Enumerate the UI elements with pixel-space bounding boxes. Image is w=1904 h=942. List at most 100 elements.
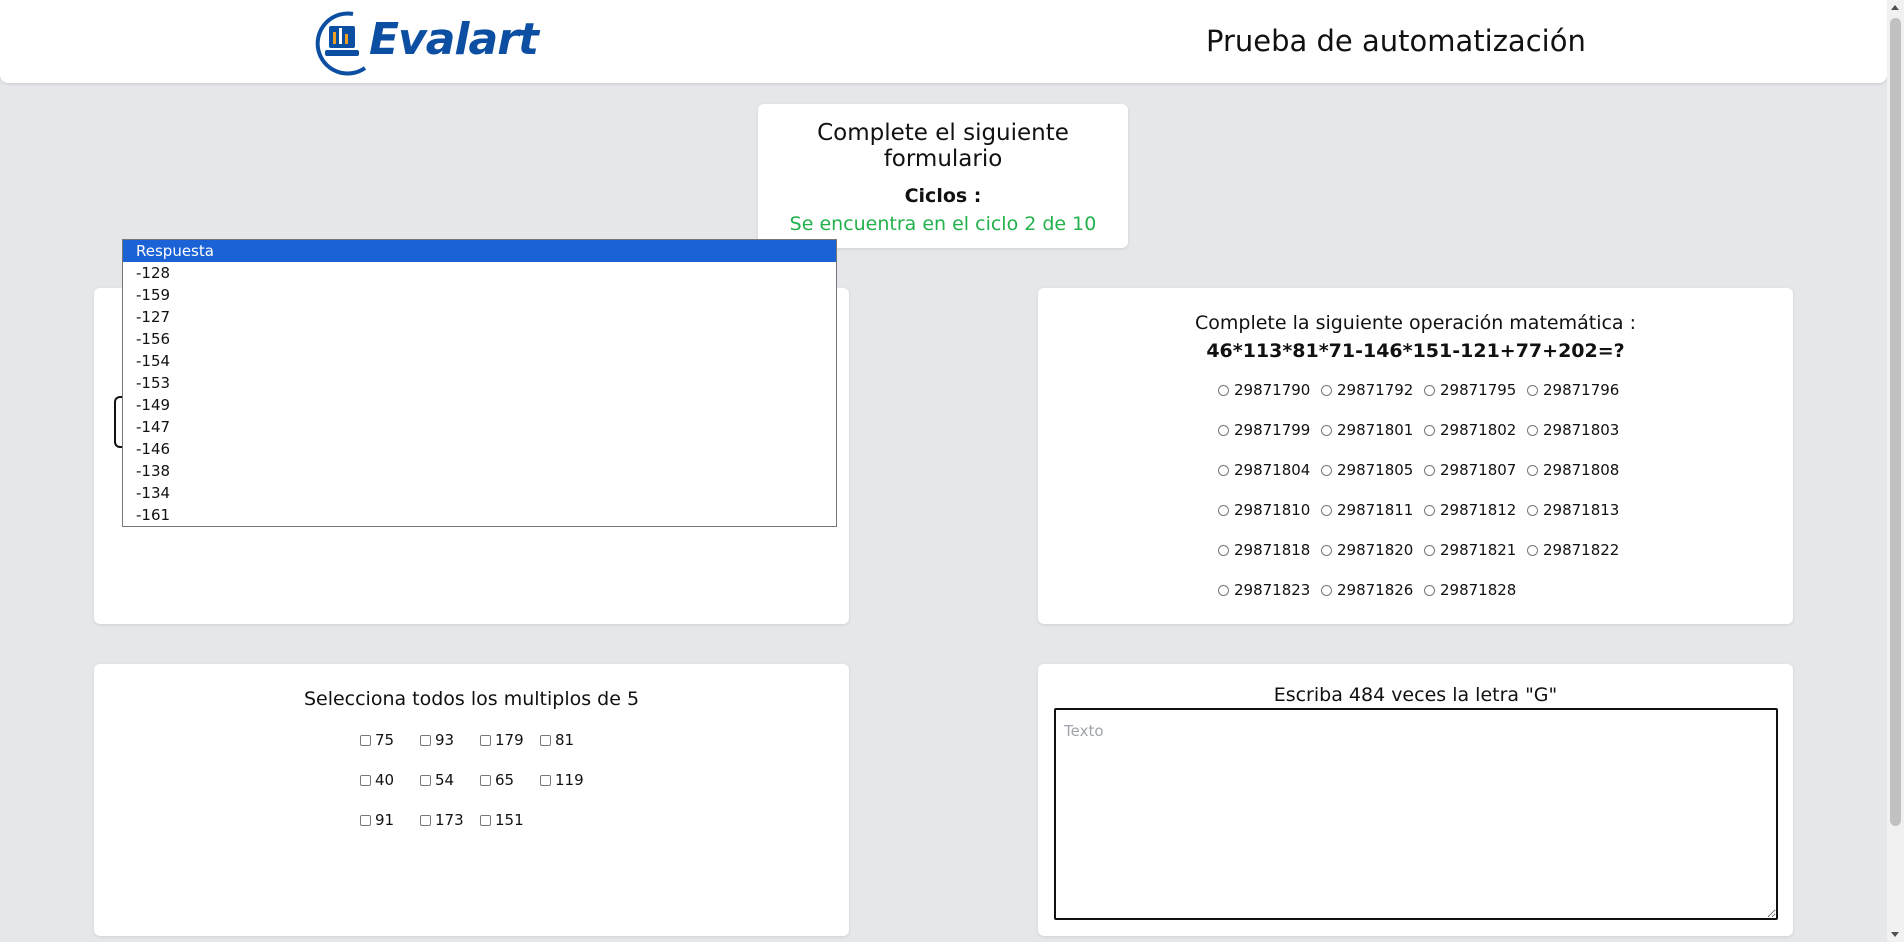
- dropdown-option[interactable]: Respuesta: [123, 240, 836, 262]
- dropdown-option[interactable]: -146: [123, 438, 836, 460]
- checkbox[interactable]: [540, 734, 551, 746]
- cycles-label: Ciclos :: [904, 185, 982, 207]
- text-question-card: Escriba 484 veces la letra "G": [1038, 664, 1793, 936]
- math-options: 29871790 29871792 29871795 29871796 2987…: [1218, 380, 1630, 600]
- math-option[interactable]: 29871820: [1321, 540, 1424, 560]
- dropdown-option[interactable]: -134: [123, 482, 836, 504]
- evalart-logo[interactable]: Evalart: [313, 8, 563, 78]
- multiple-option[interactable]: 40: [360, 770, 420, 790]
- math-expression: 46*113*81*71-146*151-121+77+202=?: [1206, 340, 1625, 362]
- multiple-option[interactable]: 119: [540, 770, 600, 790]
- math-option[interactable]: 29871812: [1424, 500, 1527, 520]
- math-option[interactable]: 29871807: [1424, 460, 1527, 480]
- cycle-card: Complete el siguiente formulario Ciclos …: [758, 104, 1128, 248]
- math-option[interactable]: 29871826: [1321, 580, 1424, 600]
- form-title: Complete el siguiente formulario: [817, 120, 1069, 172]
- math-option[interactable]: 29871810: [1218, 500, 1321, 520]
- radio-button[interactable]: [1321, 384, 1332, 396]
- radio-button[interactable]: [1527, 424, 1538, 436]
- dropdown-option[interactable]: -156: [123, 328, 836, 350]
- checkbox[interactable]: [540, 774, 551, 786]
- dropdown-option[interactable]: -159: [123, 284, 836, 306]
- radio-button[interactable]: [1424, 464, 1435, 476]
- math-question: Complete la siguiente operación matemáti…: [1195, 312, 1636, 334]
- radio-button[interactable]: [1527, 544, 1538, 556]
- math-option[interactable]: 29871822: [1527, 540, 1630, 560]
- math-option[interactable]: 29871790: [1218, 380, 1321, 400]
- scroll-down-arrow-icon[interactable]: [1891, 932, 1899, 937]
- multiple-option[interactable]: 65: [480, 770, 540, 790]
- math-option[interactable]: 29871796: [1527, 380, 1630, 400]
- multiple-option[interactable]: 173: [420, 810, 480, 830]
- radio-button[interactable]: [1218, 464, 1229, 476]
- multiple-option[interactable]: 54: [420, 770, 480, 790]
- page-scrollbar[interactable]: [1887, 0, 1904, 942]
- radio-button[interactable]: [1527, 504, 1538, 516]
- dropdown-option[interactable]: -161: [123, 504, 836, 526]
- checkbox[interactable]: [420, 734, 431, 746]
- math-option[interactable]: 29871804: [1218, 460, 1321, 480]
- math-option[interactable]: 29871802: [1424, 420, 1527, 440]
- radio-button[interactable]: [1424, 544, 1435, 556]
- radio-button[interactable]: [1218, 544, 1229, 556]
- radio-button[interactable]: [1218, 584, 1229, 596]
- dropdown-option[interactable]: -128: [123, 262, 836, 284]
- radio-button[interactable]: [1218, 424, 1229, 436]
- multiple-option[interactable]: 91: [360, 810, 420, 830]
- radio-button[interactable]: [1321, 464, 1332, 476]
- multiples-question-card: Selecciona todos los multiplos de 5 75 9…: [94, 664, 849, 936]
- radio-button[interactable]: [1321, 584, 1332, 596]
- radio-button[interactable]: [1321, 504, 1332, 516]
- checkbox[interactable]: [480, 734, 491, 746]
- scroll-up-arrow-icon[interactable]: [1891, 5, 1899, 10]
- math-option[interactable]: 29871792: [1321, 380, 1424, 400]
- checkbox[interactable]: [480, 774, 491, 786]
- dropdown-option[interactable]: -127: [123, 306, 836, 328]
- radio-button[interactable]: [1218, 504, 1229, 516]
- math-option[interactable]: 29871828: [1424, 580, 1527, 600]
- math-option[interactable]: 29871813: [1527, 500, 1630, 520]
- multiple-option[interactable]: 93: [420, 730, 480, 750]
- multiple-option[interactable]: 81: [540, 730, 600, 750]
- logo-icon: [315, 11, 367, 76]
- answer-dropdown-list[interactable]: Respuesta -128 -159 -127 -156 -154 -153 …: [122, 239, 837, 527]
- radio-button[interactable]: [1424, 584, 1435, 596]
- math-option[interactable]: 29871803: [1527, 420, 1630, 440]
- dropdown-option[interactable]: -149: [123, 394, 836, 416]
- radio-button[interactable]: [1321, 424, 1332, 436]
- checkbox[interactable]: [420, 774, 431, 786]
- math-option[interactable]: 29871821: [1424, 540, 1527, 560]
- math-option[interactable]: 29871811: [1321, 500, 1424, 520]
- checkbox[interactable]: [360, 734, 371, 746]
- multiples-options: 75 93 179 81 40 54 65 119 91 173 151: [360, 730, 600, 830]
- dropdown-option[interactable]: -147: [123, 416, 836, 438]
- radio-button[interactable]: [1218, 384, 1229, 396]
- multiple-option[interactable]: 179: [480, 730, 540, 750]
- multiple-option[interactable]: 151: [480, 810, 540, 830]
- math-option[interactable]: 29871818: [1218, 540, 1321, 560]
- scrollbar-thumb[interactable]: [1890, 18, 1901, 826]
- math-option[interactable]: 29871805: [1321, 460, 1424, 480]
- radio-button[interactable]: [1527, 384, 1538, 396]
- math-option[interactable]: 29871808: [1527, 460, 1630, 480]
- dropdown-option[interactable]: -138: [123, 460, 836, 482]
- math-option[interactable]: 29871801: [1321, 420, 1424, 440]
- math-option[interactable]: 29871823: [1218, 580, 1321, 600]
- checkbox[interactable]: [360, 774, 371, 786]
- dropdown-option[interactable]: -153: [123, 372, 836, 394]
- radio-button[interactable]: [1527, 464, 1538, 476]
- radio-button[interactable]: [1424, 424, 1435, 436]
- checkbox[interactable]: [360, 814, 371, 826]
- checkbox[interactable]: [420, 814, 431, 826]
- radio-button[interactable]: [1321, 544, 1332, 556]
- checkbox[interactable]: [480, 814, 491, 826]
- radio-button[interactable]: [1424, 504, 1435, 516]
- multiple-option[interactable]: 75: [360, 730, 420, 750]
- math-option[interactable]: 29871799: [1218, 420, 1321, 440]
- math-option[interactable]: 29871795: [1424, 380, 1527, 400]
- text-answer-field[interactable]: [1054, 708, 1778, 920]
- brand-name: Evalart: [369, 14, 539, 65]
- header: Evalart Prueba de automatización: [0, 0, 1887, 83]
- radio-button[interactable]: [1424, 384, 1435, 396]
- dropdown-option[interactable]: -154: [123, 350, 836, 372]
